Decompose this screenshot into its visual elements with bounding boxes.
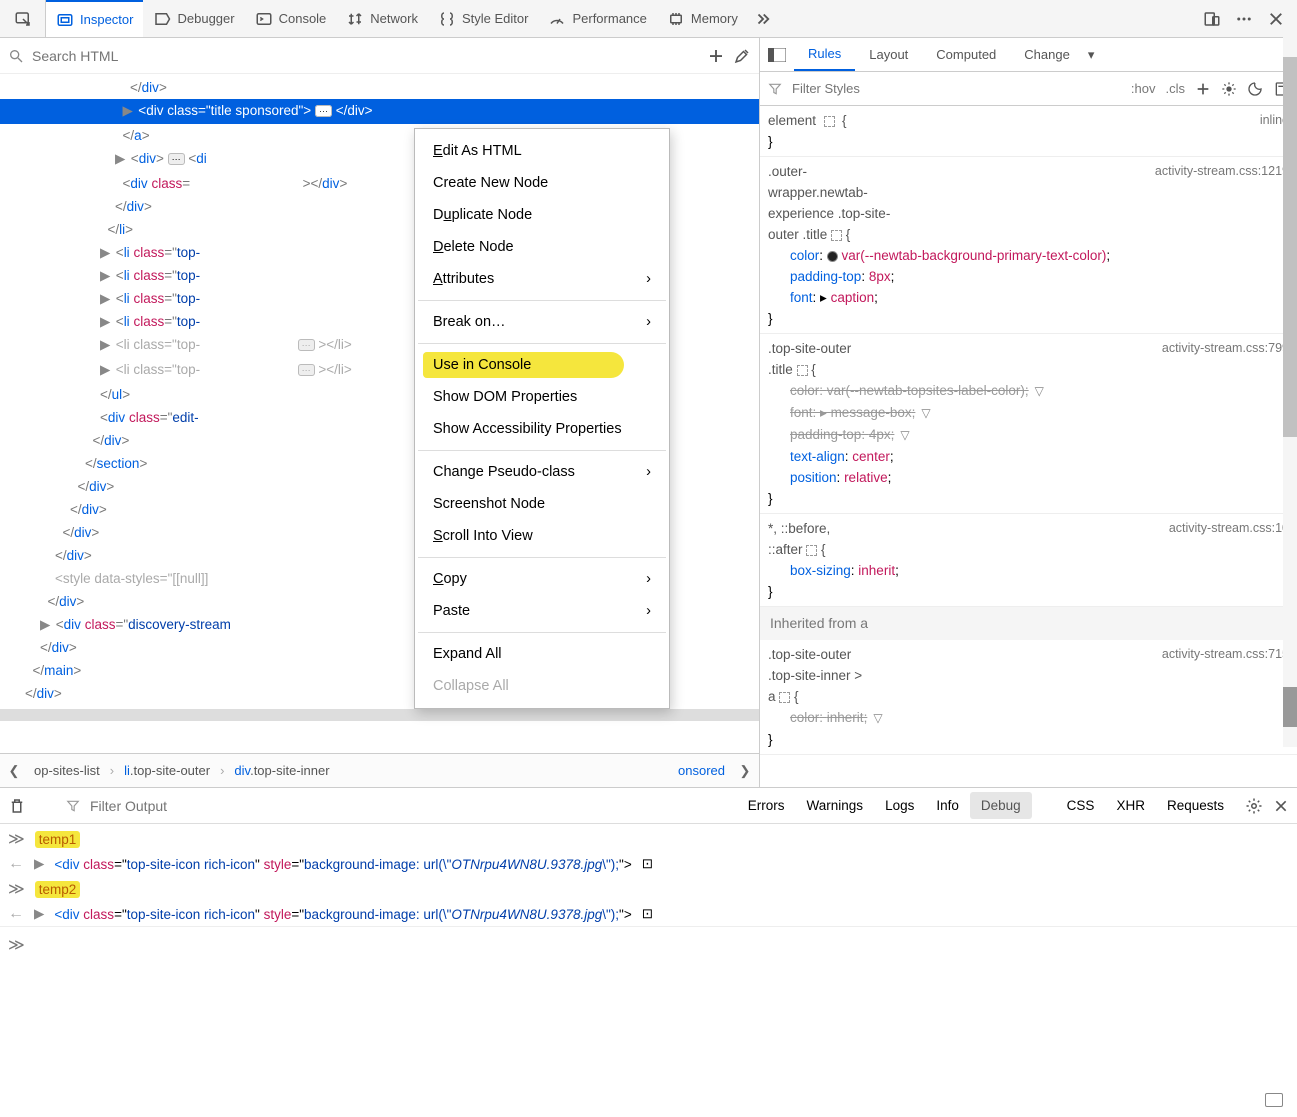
inspect-node-icon[interactable]: ⊡ <box>642 856 653 872</box>
search-html-input[interactable] <box>32 48 699 64</box>
filter-logs[interactable]: Logs <box>874 792 925 819</box>
filter-xhr[interactable]: XHR <box>1105 792 1156 819</box>
rules-tab-layout[interactable]: Layout <box>855 38 922 71</box>
inspect-node-icon[interactable]: ⊡ <box>642 906 653 922</box>
tabs-overflow[interactable] <box>748 0 778 37</box>
tab-label: Performance <box>572 11 646 26</box>
close-split-console-icon[interactable] <box>1273 798 1289 814</box>
picker-icon <box>14 10 32 28</box>
node-context-menu: Edit As HTML Create New Node Duplicate N… <box>414 128 670 709</box>
rules-tab-changes[interactable]: Change <box>1010 38 1084 71</box>
ctx-delete[interactable]: Delete Node <box>415 231 669 263</box>
element-picker-button[interactable] <box>0 0 46 37</box>
ctx-use-in-console[interactable]: Use in Console <box>415 349 669 381</box>
search-icon <box>8 48 24 64</box>
ctx-pseudo[interactable]: Change Pseudo-class› <box>415 456 669 488</box>
ctx-show-a11y[interactable]: Show Accessibility Properties <box>415 413 669 445</box>
console-expr: temp2 <box>35 881 81 898</box>
network-icon <box>346 10 364 28</box>
ctx-attributes[interactable]: Attributes› <box>415 263 669 295</box>
tab-label: Network <box>370 11 418 26</box>
inherited-header: Inherited from a <box>760 607 1297 640</box>
console-toolbar: Errors Warnings Logs Info Debug CSS XHR … <box>0 788 1297 824</box>
console-result-row[interactable]: ←▶ <div class="top-site-icon rich-icon" … <box>0 852 1297 876</box>
tab-style-editor[interactable]: Style Editor <box>428 0 538 37</box>
filter-info[interactable]: Info <box>925 792 970 819</box>
console-settings-icon[interactable] <box>1245 797 1263 815</box>
console-input-row: ≫temp1 <box>0 826 1297 852</box>
performance-icon <box>548 10 566 28</box>
tab-inspector[interactable]: Inspector <box>46 0 143 37</box>
filter-output-input[interactable] <box>90 798 727 814</box>
ctx-show-dom[interactable]: Show DOM Properties <box>415 381 669 413</box>
funnel-icon <box>66 799 80 813</box>
breadcrumb-item[interactable]: li.top-site-outer <box>118 763 216 778</box>
ctx-screenshot[interactable]: Screenshot Node <box>415 488 669 520</box>
hov-toggle[interactable]: :hov <box>1131 81 1156 96</box>
ctx-edit-html[interactable]: Edit As HTML <box>415 135 669 167</box>
tab-label: Inspector <box>80 12 133 27</box>
chevron-double-right-icon <box>754 10 772 28</box>
cls-toggle[interactable]: .cls <box>1166 81 1186 96</box>
memory-icon <box>667 10 685 28</box>
breadcrumb-item[interactable]: op-sites-list <box>28 763 106 778</box>
debugger-icon <box>153 10 171 28</box>
filter-warnings[interactable]: Warnings <box>796 792 875 819</box>
console-expr: temp1 <box>35 831 81 848</box>
tab-performance[interactable]: Performance <box>538 0 656 37</box>
breadcrumbs[interactable]: ❮ op-sites-list › li.top-site-outer › di… <box>0 753 759 787</box>
dark-scheme-icon[interactable] <box>1247 81 1263 97</box>
breadcrumb-scroll-right[interactable]: ❯ <box>731 763 759 779</box>
devtools-toolbar: Inspector Debugger Console Network Style… <box>0 0 1297 38</box>
tab-label: Memory <box>691 11 738 26</box>
editor-mode-icon[interactable] <box>1265 1093 1283 1107</box>
console-input-row: ≫temp2 <box>0 876 1297 902</box>
tab-memory[interactable]: Memory <box>657 0 748 37</box>
ctx-create-node[interactable]: Create New Node <box>415 167 669 199</box>
light-scheme-icon[interactable] <box>1221 81 1237 97</box>
inspector-icon <box>56 11 74 29</box>
eyedropper-icon[interactable] <box>733 47 751 65</box>
filter-styles-input[interactable] <box>792 81 1121 96</box>
breadcrumb-item[interactable]: div.top-site-inner <box>228 763 335 778</box>
style-editor-icon <box>438 10 456 28</box>
responsive-design-icon[interactable] <box>1203 10 1221 28</box>
console-result-row[interactable]: ←▶ <div class="top-site-icon rich-icon" … <box>0 902 1297 926</box>
toggle-3pane-icon[interactable] <box>760 48 794 62</box>
breadcrumb-item[interactable]: onsored <box>672 763 731 778</box>
add-rule-icon[interactable] <box>1195 81 1211 97</box>
rules-tab-rules[interactable]: Rules <box>794 38 855 71</box>
funnel-icon <box>768 82 782 96</box>
meatballs-icon[interactable] <box>1235 10 1253 28</box>
rules-pane: Rules Layout Computed Change ▾ :hov .cls… <box>760 38 1297 787</box>
filter-debug[interactable]: Debug <box>970 792 1032 819</box>
tab-console[interactable]: Console <box>245 0 337 37</box>
selected-node[interactable]: ▶ <div class="title sponsored"> ⋯ </div> <box>0 99 759 124</box>
ctx-duplicate[interactable]: Duplicate Node <box>415 199 669 231</box>
filter-errors[interactable]: Errors <box>737 792 796 819</box>
tab-debugger[interactable]: Debugger <box>143 0 244 37</box>
ctx-collapse-all: Collapse All <box>415 670 669 702</box>
ctx-copy[interactable]: Copy› <box>415 563 669 595</box>
ctx-paste[interactable]: Paste› <box>415 595 669 627</box>
add-node-icon[interactable] <box>707 47 725 65</box>
close-icon[interactable] <box>1267 10 1285 28</box>
console-icon <box>255 10 273 28</box>
filter-requests[interactable]: Requests <box>1156 792 1235 819</box>
breadcrumb-scroll-left[interactable]: ❮ <box>0 763 28 779</box>
tab-label: Debugger <box>177 11 234 26</box>
ctx-break-on[interactable]: Break on…› <box>415 306 669 338</box>
ctx-expand-all[interactable]: Expand All <box>415 638 669 670</box>
filter-css[interactable]: CSS <box>1056 792 1106 819</box>
console-output: ≫temp1 ←▶ <div class="top-site-icon rich… <box>0 824 1297 960</box>
trash-icon[interactable] <box>8 797 26 815</box>
tab-label: Console <box>279 11 327 26</box>
console-prompt[interactable]: ≫ <box>0 926 1297 958</box>
tab-network[interactable]: Network <box>336 0 428 37</box>
scrollbar[interactable] <box>1283 37 1297 747</box>
rules-tab-computed[interactable]: Computed <box>922 38 1010 71</box>
ctx-scroll-into[interactable]: Scroll Into View <box>415 520 669 552</box>
tab-label: Style Editor <box>462 11 528 26</box>
